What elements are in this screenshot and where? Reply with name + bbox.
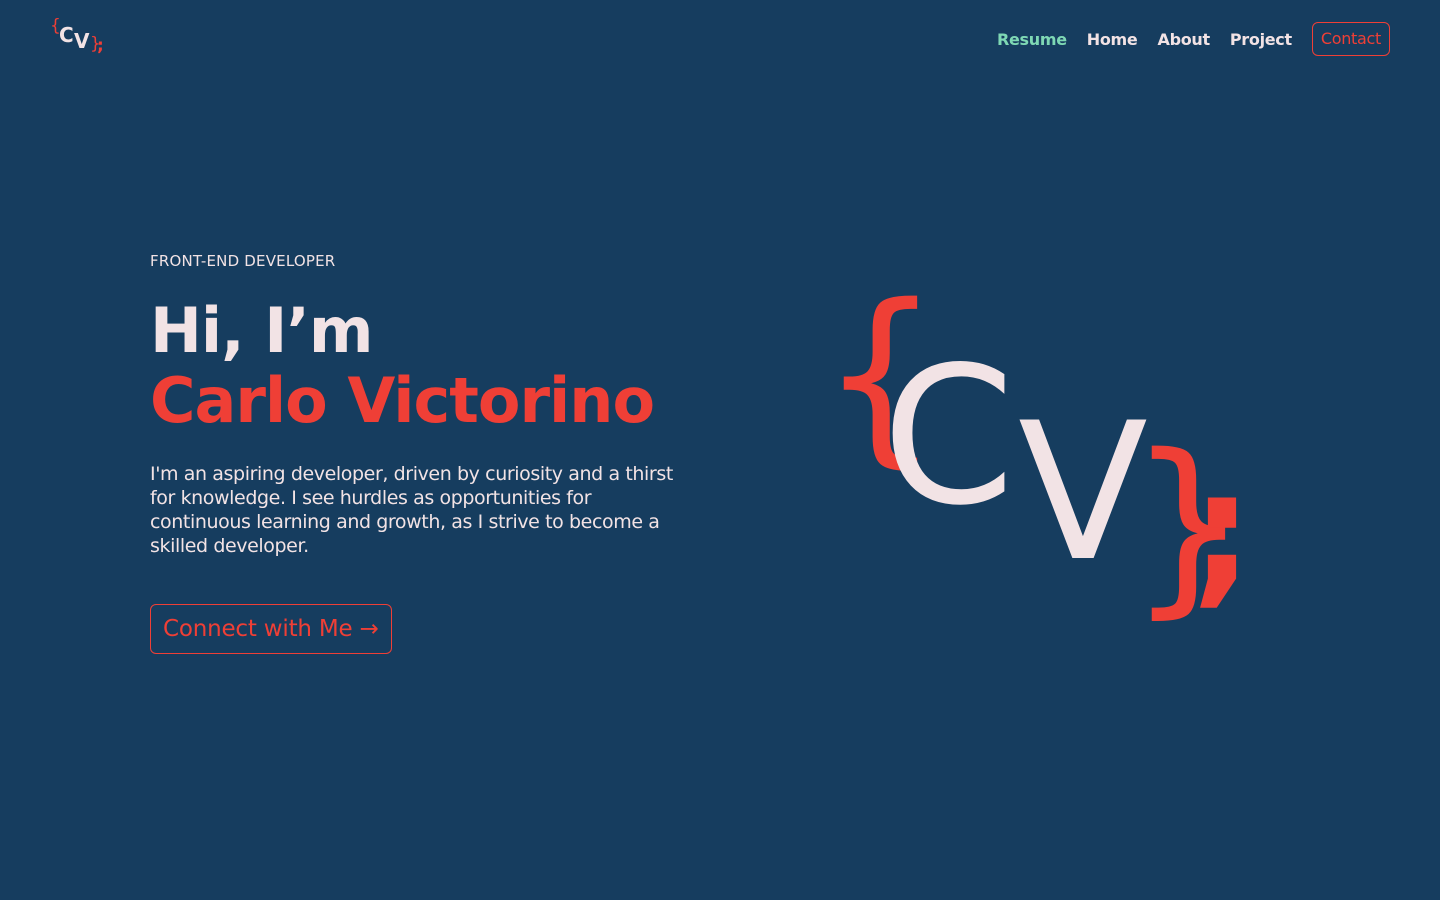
contact-button[interactable]: Contact <box>1311 22 1390 56</box>
nav-item-about[interactable]: About <box>1157 30 1210 49</box>
hero-logo-semicolon: ; <box>1190 436 1254 623</box>
nav-item-project[interactable]: Project <box>1230 30 1292 49</box>
hero-bio: I'm an aspiring developer, driven by cur… <box>150 463 673 557</box>
logo-semicolon: ; <box>97 36 104 56</box>
hero-greeting: Hi, I’m <box>150 294 374 367</box>
logo-letter-v: V <box>74 29 90 53</box>
hero-name: Carlo Victorino <box>150 364 655 437</box>
nav-item-home[interactable]: Home <box>1087 30 1138 49</box>
nav-item-resume[interactable]: Resume <box>997 30 1067 49</box>
hero-logo: { C V } ; <box>810 270 1270 630</box>
hero-eyebrow: FRONT-END DEVELOPER <box>150 252 336 270</box>
logo-letter-c: C <box>59 23 74 47</box>
connect-button[interactable]: Connect with Me → <box>150 604 392 654</box>
main-nav: Resume Home About Project Contact <box>977 22 1390 56</box>
hero-logo-letter-c: C <box>882 326 1015 547</box>
site-logo[interactable]: { C V } ; <box>50 16 110 60</box>
hero-section: FRONT-END DEVELOPER Hi, I’m Carlo Victor… <box>150 252 750 654</box>
